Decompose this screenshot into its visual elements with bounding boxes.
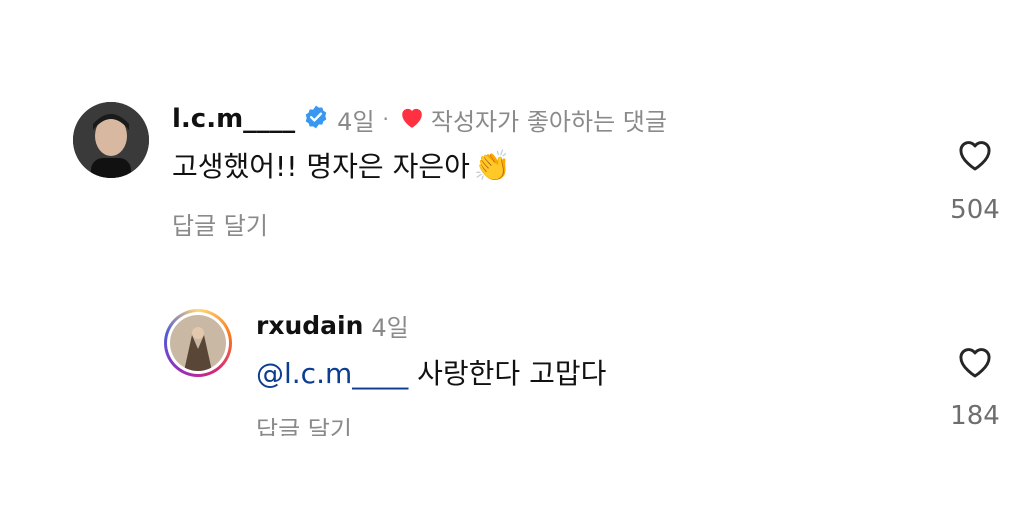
comment-header: rxudain 4일 [256,309,409,342]
heart-filled-icon [399,105,425,133]
avatar-l-c-m[interactable] [73,102,149,178]
separator-dot: · [382,107,389,131]
heart-outline-icon[interactable] [955,343,995,379]
comment-time: 4일 [337,107,375,136]
username[interactable]: l.c.m____ [172,104,295,134]
clapping-hands-emoji: 👏 [473,149,512,184]
comment-text: @l.c.m____ 사랑한다 고맙다 [256,352,606,392]
reply-button[interactable]: 답글 달기 [172,206,268,241]
like-count: 184 [950,401,1000,431]
reply-button[interactable]: 답글 달기 [256,410,352,436]
comment-time: 4일 [371,313,409,342]
liked-by-author-label: 작성자가 좋아하는 댓글 [430,107,667,136]
comment-header: l.c.m____ 4일 · 작성자가 좋아하는 댓글 [172,102,667,136]
comment-body: 사랑한다 고맙다 [408,357,607,390]
comment-body: 고생했어!! 명자은 자은아 [172,150,470,183]
like-count: 504 [950,195,1000,225]
heart-outline-icon[interactable] [955,136,995,172]
mention-link[interactable]: @l.c.m____ [256,357,408,390]
profile-photo [170,315,226,371]
verified-badge-icon [303,104,329,134]
avatar-rxudain[interactable] [164,309,232,377]
username[interactable]: rxudain [256,311,363,340]
profile-photo [73,102,149,178]
comment-text: 고생했어!! 명자은 자은아 👏 [172,145,511,185]
